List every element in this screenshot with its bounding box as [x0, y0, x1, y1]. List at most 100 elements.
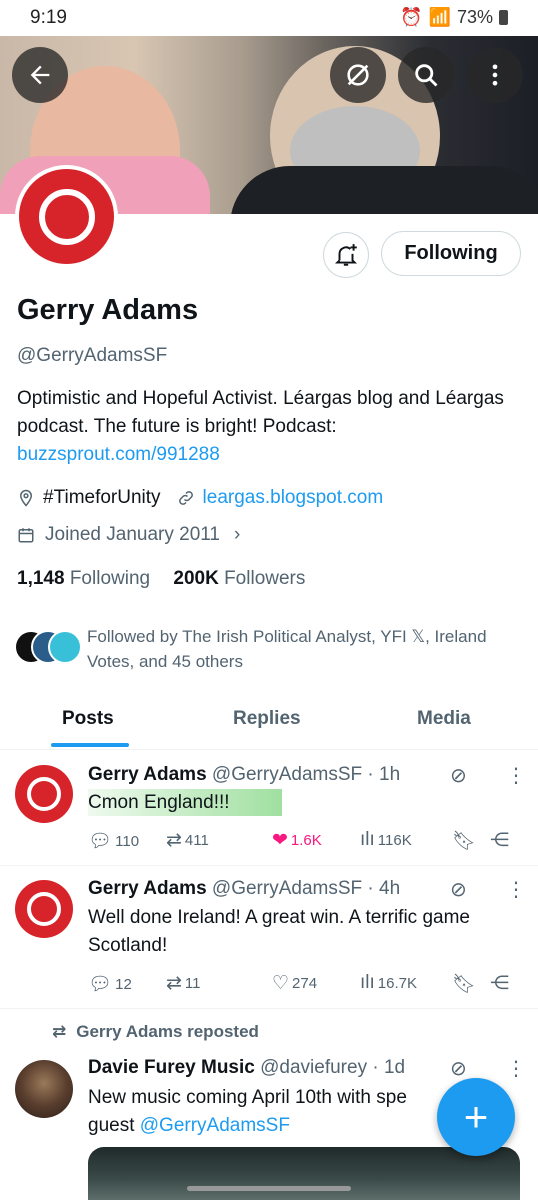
wifi-icon: 📶	[428, 7, 451, 27]
profile-avatar[interactable]	[15, 165, 118, 268]
share-button[interactable]: ⋲	[490, 829, 509, 852]
status-bar: 9:19 ⏰ 📶 73%	[0, 0, 538, 36]
grok-icon[interactable]: ⊘	[450, 1056, 467, 1081]
avatar[interactable]	[15, 765, 73, 823]
profile-location: #TimeforUnity	[43, 487, 161, 508]
avatar[interactable]	[15, 880, 73, 938]
followed-by-avatars	[14, 630, 82, 664]
notifications-button[interactable]	[323, 232, 369, 278]
search-icon	[415, 64, 438, 87]
post-meta: @GerryAdamsSF · 4h	[211, 878, 401, 899]
heart-icon: ❤	[272, 830, 288, 851]
tab-indicator	[51, 743, 129, 747]
post-text: Cmon England!!!	[88, 789, 528, 817]
tab-posts[interactable]: Posts	[62, 708, 114, 730]
location-icon	[19, 489, 33, 507]
bookmark-button[interactable]: 🔖︎	[452, 972, 476, 996]
post-author[interactable]: Gerry Adams	[88, 764, 207, 785]
bookmark-button[interactable]: 🔖︎	[452, 829, 476, 853]
reply-icon: 💬︎	[88, 831, 113, 852]
compose-plus-icon: +	[463, 1093, 489, 1140]
like-button[interactable]: ❤ 1.6K	[272, 829, 322, 852]
home-indicator[interactable]	[187, 1186, 351, 1191]
grok-icon[interactable]: ⊘	[450, 763, 467, 788]
back-button[interactable]	[12, 47, 68, 103]
share-button[interactable]: ⋲	[490, 972, 509, 995]
profile-joined-row[interactable]: Joined January 2011 ›	[17, 524, 240, 546]
profile-website[interactable]: leargas.blogspot.com	[203, 487, 384, 509]
following-stat[interactable]: 1,148 Following	[17, 568, 150, 589]
calendar-icon	[18, 528, 34, 543]
bookmark-icon: 🔖︎	[452, 831, 477, 852]
tab-media[interactable]: Media	[417, 708, 471, 730]
repost-icon: ⇄	[52, 1022, 67, 1041]
status-time: 9:19	[30, 7, 67, 28]
post-meta: @GerryAdamsSF · 1h	[211, 764, 401, 785]
tab-replies[interactable]: Replies	[233, 708, 301, 730]
more-button[interactable]	[467, 47, 523, 103]
search-button[interactable]	[398, 47, 454, 103]
battery-percent: 73%	[456, 7, 493, 27]
post-author[interactable]: Davie Furey Music	[88, 1057, 255, 1078]
views-icon: ılı	[360, 829, 375, 850]
like-button[interactable]: ♡ 274	[272, 972, 317, 995]
post-actions: 💬︎ 110 ⇄ 411 ❤ 1.6K ılı 116K 🔖︎ ⋲	[88, 829, 528, 853]
repost-label: ⇄ Gerry Adams reposted	[52, 1022, 259, 1041]
post-text: Well done Ireland! A great win. A terrif…	[88, 907, 470, 956]
reply-icon: 💬︎	[88, 974, 113, 995]
views-icon: ılı	[360, 972, 375, 993]
avatar[interactable]	[15, 1060, 73, 1118]
repost-button[interactable]: ⇄ 411	[166, 829, 209, 852]
banner-photo-shirt	[230, 166, 538, 214]
profile-name: Gerry Adams	[17, 294, 199, 326]
reply-button[interactable]: 💬︎ 110	[88, 829, 139, 853]
profile-joined: Joined January 2011	[45, 524, 220, 545]
post-item[interactable]: Gerry Adams @GerryAdamsSF · 1h ⊘ ⋮ Cmon …	[0, 751, 538, 866]
bio-link[interactable]: buzzsprout.com/991288	[17, 444, 220, 465]
repost-icon: ⇄	[166, 973, 182, 994]
post-meta: @daviefurey · 1d	[260, 1057, 406, 1078]
post-header: Gerry Adams @GerryAdamsSF · 4h	[88, 878, 400, 900]
post-author[interactable]: Gerry Adams	[88, 878, 207, 899]
more-vertical-icon[interactable]: ⋮	[506, 763, 526, 788]
heart-icon: ♡	[272, 973, 290, 994]
repost-icon: ⇄	[166, 830, 182, 851]
views-button[interactable]: ılı 116K	[360, 829, 412, 851]
share-icon: ⋲	[490, 973, 509, 994]
followers-stat[interactable]: 200K Followers	[173, 568, 305, 589]
status-icons: ⏰ 📶 73%	[400, 7, 508, 28]
profile-stats: 1,148 Following 200K Followers	[17, 568, 305, 590]
post-item[interactable]: Gerry Adams @GerryAdamsSF · 4h ⊘ ⋮ Well …	[0, 866, 538, 1009]
post-header: Gerry Adams @GerryAdamsSF · 1h	[88, 764, 400, 786]
bio-text: Optimistic and Hopeful Activist. Léargas…	[17, 388, 504, 437]
avatar	[48, 630, 82, 664]
share-icon: ⋲	[490, 830, 509, 851]
grok-button[interactable]	[330, 47, 386, 103]
compose-button[interactable]: +	[437, 1078, 515, 1156]
following-button[interactable]: Following	[381, 231, 521, 276]
bell-plus-icon	[334, 244, 358, 266]
post-mention[interactable]: @GerryAdamsSF	[140, 1115, 290, 1136]
profile-bio: Optimistic and Hopeful Activist. Léargas…	[17, 385, 517, 469]
grok-icon	[347, 64, 369, 86]
profile-handle: @GerryAdamsSF	[17, 345, 168, 366]
more-vertical-icon	[492, 64, 498, 86]
grok-icon[interactable]: ⊘	[450, 877, 467, 902]
bookmark-icon: 🔖︎	[452, 974, 477, 995]
views-button[interactable]: ılı 16.7K	[360, 972, 417, 994]
reply-button[interactable]: 💬︎ 12	[88, 972, 132, 996]
more-vertical-icon[interactable]: ⋮	[506, 1056, 526, 1081]
chevron-right-icon: ›	[234, 524, 241, 545]
post-text: New music coming April 10th with spe gue…	[88, 1087, 407, 1136]
post-actions: 💬︎ 12 ⇄ 11 ♡ 274 ılı 16.7K 🔖︎ ⋲	[88, 972, 528, 996]
profile-meta-row: #TimeforUnity leargas.blogspot.com	[17, 487, 383, 509]
repost-button[interactable]: ⇄ 11	[166, 972, 201, 995]
followed-by-text: Followed by The Irish Political Analyst,…	[87, 627, 487, 671]
more-vertical-icon[interactable]: ⋮	[506, 877, 526, 902]
back-arrow-icon	[30, 65, 50, 85]
post-media[interactable]	[88, 1147, 520, 1200]
link-icon	[178, 491, 193, 505]
avatar-logo	[19, 169, 114, 264]
alarm-icon: ⏰	[400, 7, 423, 27]
post-header: Davie Furey Music @daviefurey · 1d	[88, 1057, 405, 1079]
